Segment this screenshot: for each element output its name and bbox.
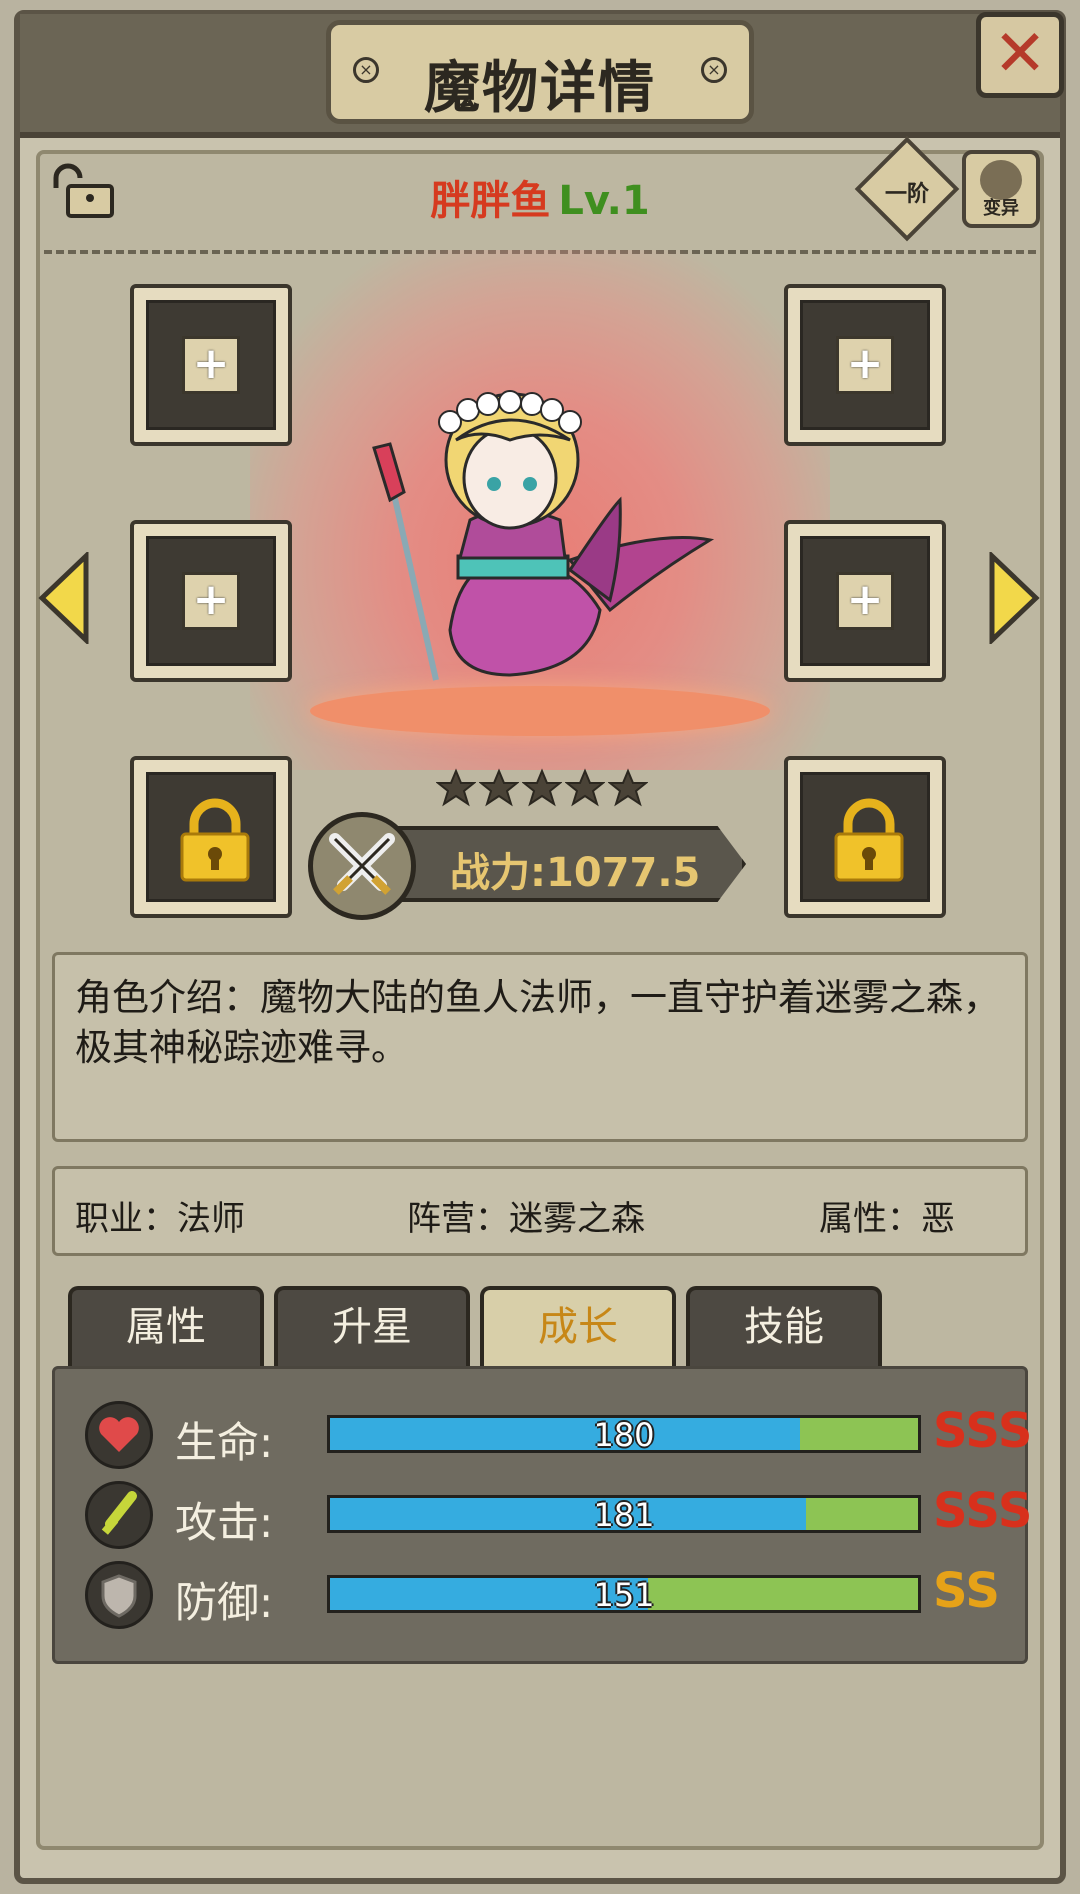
bolt-icon: × [701,57,727,83]
info-box: 职业：法师 阵营：迷雾之森 属性：恶 [52,1166,1028,1256]
heart-icon [85,1401,153,1469]
stat-row-defense: 防御: 151 SS [55,1559,1031,1635]
rank-label: 一阶 [884,182,929,207]
stat-value: 180 [593,1416,655,1454]
equip-slot-1[interactable]: + [130,284,292,446]
power-value: 战力:1077.5 [450,850,701,896]
attribute-text: 属性：恶 [819,1199,955,1239]
mutate-label: 变异 [983,198,1019,219]
stat-value: 181 [593,1496,655,1534]
tab-growth[interactable]: 成长 [480,1286,676,1368]
growth-panel: 生命: 180 SSS 攻击: 181 SSS 防御: 151 SS [52,1366,1033,1664]
stat-bar: 181 [327,1495,921,1534]
star-icon [565,768,605,807]
description-text: 角色介绍：魔物大陆的鱼人法师，一直守护着迷雾之森，极其神秘踪迹难寻。 [75,976,1000,1069]
crossed-swords-icon [308,812,416,920]
equip-slot-2[interactable]: + [784,284,946,446]
star-icon [522,768,562,807]
shield-icon [85,1561,153,1629]
equip-slot-locked-1[interactable] [130,756,292,918]
grade-badge: SSS [933,1403,1033,1459]
star-rating [436,768,652,808]
star-icon [436,768,476,807]
equip-slot-locked-2[interactable] [784,756,946,918]
sword-icon [85,1481,153,1549]
star-icon [479,768,519,807]
close-button[interactable]: ✕ [976,12,1064,98]
stat-label: 防御: [175,1578,274,1627]
padlock-icon [834,798,904,882]
tab-attributes[interactable]: 属性 [68,1286,264,1368]
stat-row-attack: 攻击: 181 SSS [55,1479,1033,1555]
mutate-button[interactable]: 变异 [962,150,1040,228]
stat-bar: 180 [327,1415,921,1454]
prev-arrow-icon[interactable] [38,552,90,644]
plus-icon: + [836,336,894,394]
equip-slot-4[interactable]: + [784,520,946,682]
stat-row-hp: 生命: 180 SSS [55,1399,1033,1475]
plus-icon: + [836,572,894,630]
page-title: 魔物详情 [424,56,656,121]
stat-label: 生命: [175,1418,274,1467]
monster-level: Lv.1 [558,178,650,224]
monster-sprite [372,390,715,681]
description-box: 角色介绍：魔物大陆的鱼人法师，一直守护着迷雾之森，极其神秘踪迹难寻。 [52,952,1028,1142]
stat-bar: 151 [327,1575,921,1614]
grade-badge: SSS [933,1483,1033,1539]
faction-text: 阵营：迷雾之森 [407,1199,645,1239]
stat-value: 151 [593,1576,655,1614]
equip-slot-3[interactable]: + [130,520,292,682]
star-icon [608,768,648,807]
tab-skills[interactable]: 技能 [686,1286,882,1368]
stat-label: 攻击: [175,1498,274,1547]
next-arrow-icon[interactable] [988,552,1040,644]
background-blur [52,1690,1028,1850]
plus-icon: + [182,572,240,630]
monster-name: 胖胖鱼 [430,178,551,224]
job-text: 职业：法师 [75,1199,245,1239]
tab-star-up[interactable]: 升星 [274,1286,470,1368]
padlock-icon [180,798,250,882]
title-plate: × 魔物详情 × [326,20,754,124]
plus-icon: + [182,336,240,394]
grade-badge: SS [933,1563,1000,1619]
